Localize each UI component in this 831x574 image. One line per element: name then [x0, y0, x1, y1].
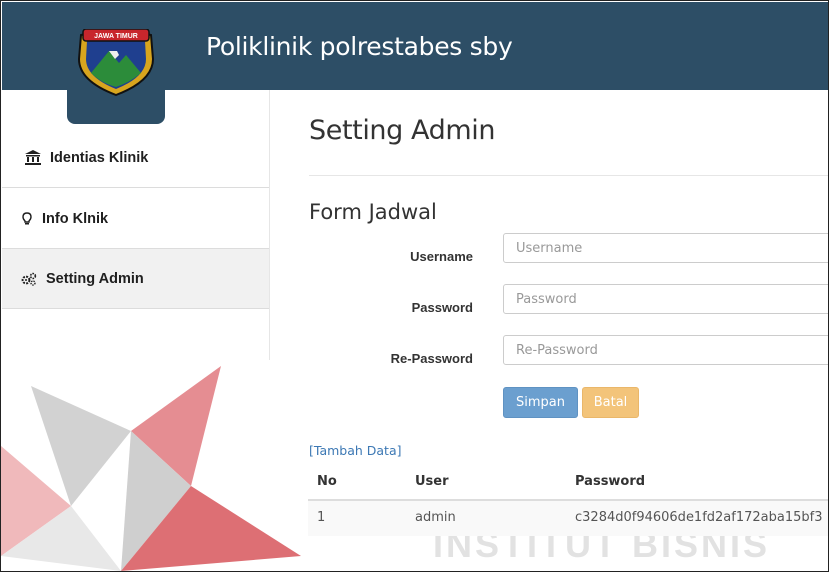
svg-text:JAWA TIMUR: JAWA TIMUR — [94, 33, 138, 40]
sidebar: Identias Klinik Info Klnik Setting Admin — [2, 90, 270, 360]
sidebar-item-label: Setting Admin — [46, 270, 144, 287]
sidebar-item-setting-admin[interactable]: Setting Admin — [2, 249, 269, 309]
username-input[interactable] — [503, 233, 828, 263]
sidebar-item-info-klinik[interactable]: Info Klnik — [2, 189, 269, 249]
column-header-no: No — [317, 474, 337, 489]
sidebar-item-identitas-klinik[interactable]: Identias Klinik — [2, 128, 269, 188]
watermark-logo — [1, 366, 301, 571]
cancel-button[interactable]: Batal — [582, 387, 639, 418]
divider — [309, 175, 828, 176]
sidebar-item-label: Identias Klinik — [50, 149, 149, 166]
lightbulb-icon — [16, 211, 38, 226]
column-header-password: Password — [575, 474, 646, 489]
cell-password: c3284d0f94606de1fd2af172aba15bf3 — [575, 510, 823, 525]
sidebar-item-label: Info Klnik — [42, 210, 109, 227]
save-button[interactable]: Simpan — [503, 387, 578, 418]
app-title[interactable]: Poliklinik polrestabes sby — [206, 32, 513, 61]
re-password-input[interactable] — [503, 335, 828, 365]
username-label: Username — [410, 249, 473, 264]
gears-icon — [18, 272, 40, 286]
re-password-label: Re-Password — [390, 351, 473, 366]
cell-no: 1 — [317, 510, 326, 525]
bank-icon — [22, 150, 44, 165]
table-row[interactable]: 1 admin c3284d0f94606de1fd2af172aba15bf3 — [308, 499, 828, 536]
app-window: INSTITUT BISNIS Poliklinik polrestabes s… — [0, 0, 829, 572]
column-header-user: User — [415, 474, 449, 489]
add-data-link[interactable]: [Tambah Data] — [309, 443, 402, 458]
password-label: Password — [411, 300, 473, 315]
police-badge-icon: JAWA TIMUR — [77, 29, 155, 97]
page-title: Setting Admin — [309, 115, 496, 146]
cell-user: admin — [415, 510, 456, 525]
form-title: Form Jadwal — [309, 200, 437, 224]
main-content: Setting Admin Form Jadwal Username Passw… — [293, 90, 828, 571]
password-input[interactable] — [503, 284, 828, 314]
logo[interactable]: JAWA TIMUR — [67, 2, 165, 124]
